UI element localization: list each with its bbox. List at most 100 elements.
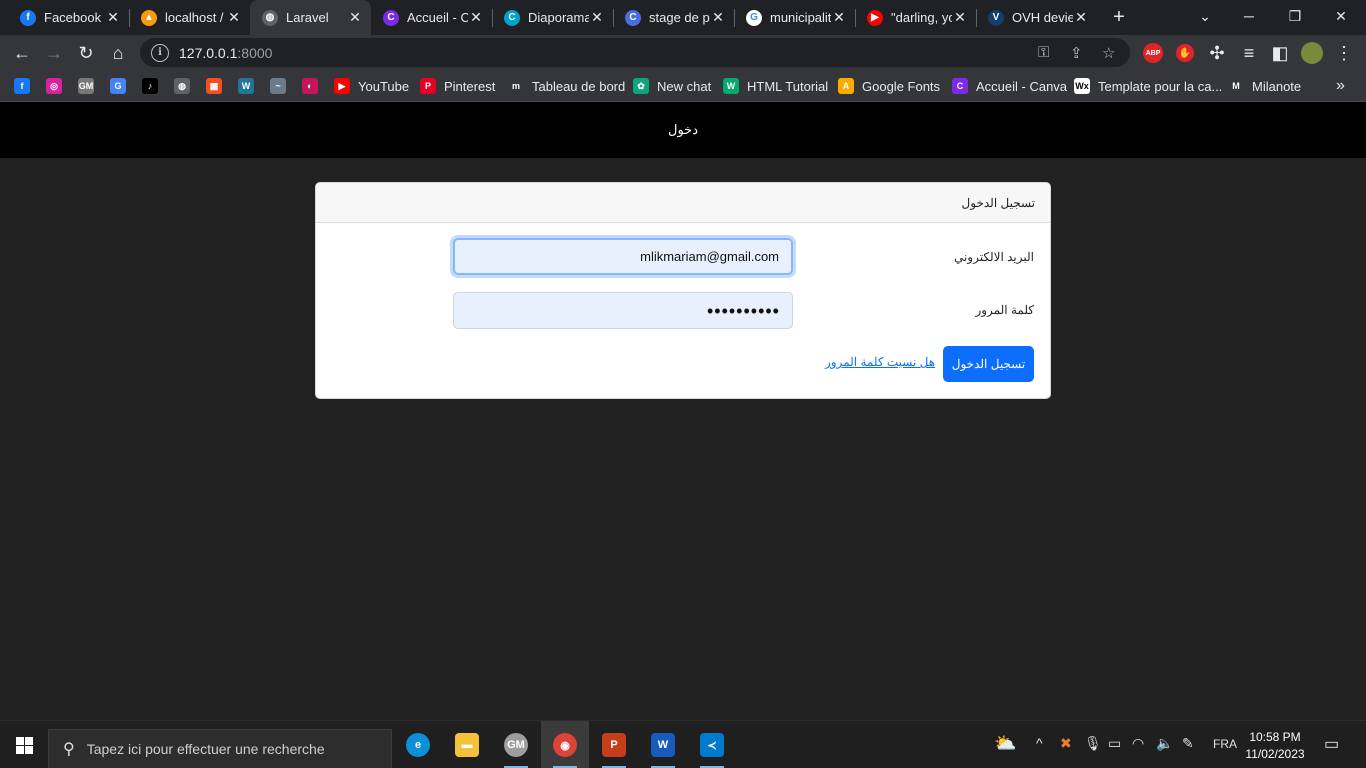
globe-icon: ◍ [174,78,190,94]
minimize-button[interactable]: ─ [1226,0,1272,32]
restore-button[interactable]: ❐ [1272,0,1318,32]
bookmark-15[interactable]: W HTML Tutorial [723,76,828,96]
side-panel-icon[interactable]: ◧ [1266,39,1294,67]
close-tab-icon[interactable]: ✕ [831,9,847,26]
battery-icon[interactable]: ▭ [1108,735,1121,752]
microphone-icon[interactable]: 🎙 [1084,735,1102,752]
address-url[interactable]: 127.0.0.1:8000 [179,45,272,61]
site-info-icon[interactable]: i [151,43,169,62]
tab-8[interactable]: ▶ "darling, yo ✕ [855,0,976,35]
canva-icon: C [625,9,641,26]
tab-4[interactable]: C Accueil - C ✕ [371,0,492,35]
new-tab-button[interactable]: + [1108,6,1130,28]
bookmark-3[interactable]: GM [78,76,94,96]
tab-strip: f Facebook ✕ ▲ localhost / ✕ ◍ Laravel ✕ C Accueil… [0,0,1366,35]
browser-menu-icon[interactable]: ⋮ [1330,39,1358,67]
nav-login-link[interactable]: دخول [668,122,698,138]
volume-icon[interactable]: 🔈 [1156,735,1173,752]
weather-icon[interactable]: ⛅ [994,733,1016,754]
bookmark-label: Accueil - Canva [976,78,1068,94]
back-arrow-icon[interactable]: ← [8,39,36,67]
taskbar-app-3[interactable]: GM [492,721,540,768]
bookmark-10[interactable]: ◐ [302,76,318,96]
tab-search-chevron-icon[interactable]: ⌄ [1182,0,1228,32]
taskbar-app-4[interactable]: ◉ [541,721,589,768]
bookmark-14[interactable]: ✿ New chat [633,76,711,96]
facebook-icon: f [14,78,30,94]
bookmark-label: Pinterest [444,78,496,94]
bookmark-8[interactable]: W [238,76,254,96]
close-tab-icon[interactable]: ✕ [710,9,726,26]
bookmark-label: New chat [657,78,712,94]
close-tab-icon[interactable]: ✕ [468,9,484,26]
taskbar-clock[interactable]: 10:58 PM 11/02/2023 [1240,729,1310,763]
wifi-icon[interactable]: ◠ [1132,735,1144,752]
windows-start-icon[interactable] [0,721,48,768]
taskbar-app-6[interactable]: W [639,721,687,768]
more-bookmarks-chevron-icon[interactable]: » [1336,76,1345,96]
show-hidden-icons-chevron-icon[interactable]: ^ [1036,735,1043,751]
close-tab-icon[interactable]: ✕ [347,9,363,26]
xampp-icon[interactable]: ✖ [1060,735,1072,752]
bookmark-6[interactable]: ◍ [174,76,190,96]
pen-icon[interactable]: ✎ [1182,735,1194,752]
bookmark-7[interactable]: ▦ [206,76,222,96]
close-tab-icon[interactable]: ✕ [1073,9,1089,26]
taskbar-search-box[interactable]: ⚲ Tapez ici pour effectuer une recherche [48,729,392,768]
close-window-button[interactable]: ✕ [1318,0,1364,32]
password-field[interactable]: •••••••••• [453,292,793,329]
bookmark-2[interactable]: ◎ [46,76,62,96]
email-label: البريد الالكتروني [953,250,1034,264]
taskbar-app-2[interactable]: ▬ [443,721,491,768]
bookmark-5[interactable]: ♪ [142,76,158,96]
extensions-puzzle-icon[interactable]: ✣ [1203,39,1231,67]
profile-avatar[interactable] [1298,39,1326,67]
tab-3[interactable]: ◍ Laravel ✕ [250,0,371,35]
tab-title: localhost / [165,10,224,25]
tab-title: "darling, yo [891,10,952,25]
bookmark-11[interactable]: ▶ YouTube [334,76,409,96]
tab-title: stage de p [649,10,710,25]
tab-7[interactable]: Gmunicipalit ✕ [734,0,855,35]
bookmark-19[interactable]: M Milanote [1228,76,1301,96]
media-controls-icon[interactable]: ≡ [1235,39,1263,67]
reload-icon[interactable]: ↻ [72,39,100,67]
share-icon[interactable]: ⇪ [1070,44,1083,62]
login-button[interactable]: تسجيل الدخول [943,346,1034,382]
taskbar-app-5[interactable]: P [590,721,638,768]
close-tab-icon[interactable]: ✕ [589,9,605,26]
taskbar-app-7[interactable]: ≺ [688,721,736,768]
bookmark-13[interactable]: m Tableau de bord [508,76,625,96]
canva-icon: C [504,9,520,26]
close-tab-icon[interactable]: ✕ [226,9,242,26]
tab-2[interactable]: ▲ localhost / ✕ [129,0,250,35]
bookmark-star-icon[interactable]: ☆ [1102,44,1115,62]
close-tab-icon[interactable]: ✕ [952,9,968,26]
notifications-icon[interactable]: ▭ [1324,734,1339,754]
bookmark-17[interactable]: C Accueil - Canva [952,76,1067,96]
bookmark-12[interactable]: P Pinterest [420,76,495,96]
vscode-icon: ≺ [700,733,724,757]
forward-arrow-icon[interactable]: → [40,39,68,67]
close-tab-icon[interactable]: ✕ [105,9,121,26]
adblock-plus-icon[interactable]: ABP [1139,39,1167,67]
home-icon[interactable]: ⌂ [104,39,132,67]
address-bar[interactable]: i 127.0.0.1:8000 ⚿ ⇪ ☆ [140,38,1130,67]
tab-9[interactable]: V OVH devie ✕ [976,0,1097,35]
bookmark-9[interactable]: ~ [270,76,286,96]
adblock-hand-icon[interactable]: ✋ [1171,39,1199,67]
taskbar-app-1[interactable]: e [394,721,442,768]
bookmark-4[interactable]: G [110,76,126,96]
tiktok-icon: ♪ [142,78,158,94]
bookmark-18[interactable]: Wx Template pour la ca... [1074,76,1222,96]
bookmark-1[interactable]: f [14,76,30,96]
tab-6[interactable]: Cstage de p ✕ [613,0,734,35]
tab-1[interactable]: f Facebook ✕ [8,0,129,35]
tab-5[interactable]: C Diaporama ✕ [492,0,613,35]
language-indicator[interactable]: FRA [1213,737,1237,751]
email-field[interactable]: mlikmariam@gmail.com [453,238,793,275]
bookmarks-bar: f ◎ GM G ♪ ◍ ▦ W ~ ◐ ▶ YouTube P Pinterest m Tableau de… [0,70,1366,102]
key-icon[interactable]: ⚿ [1038,44,1049,61]
bookmark-16[interactable]: A Google Fonts [838,76,940,96]
forgot-password-link[interactable]: هل نسيت كلمة المرور [825,355,935,369]
